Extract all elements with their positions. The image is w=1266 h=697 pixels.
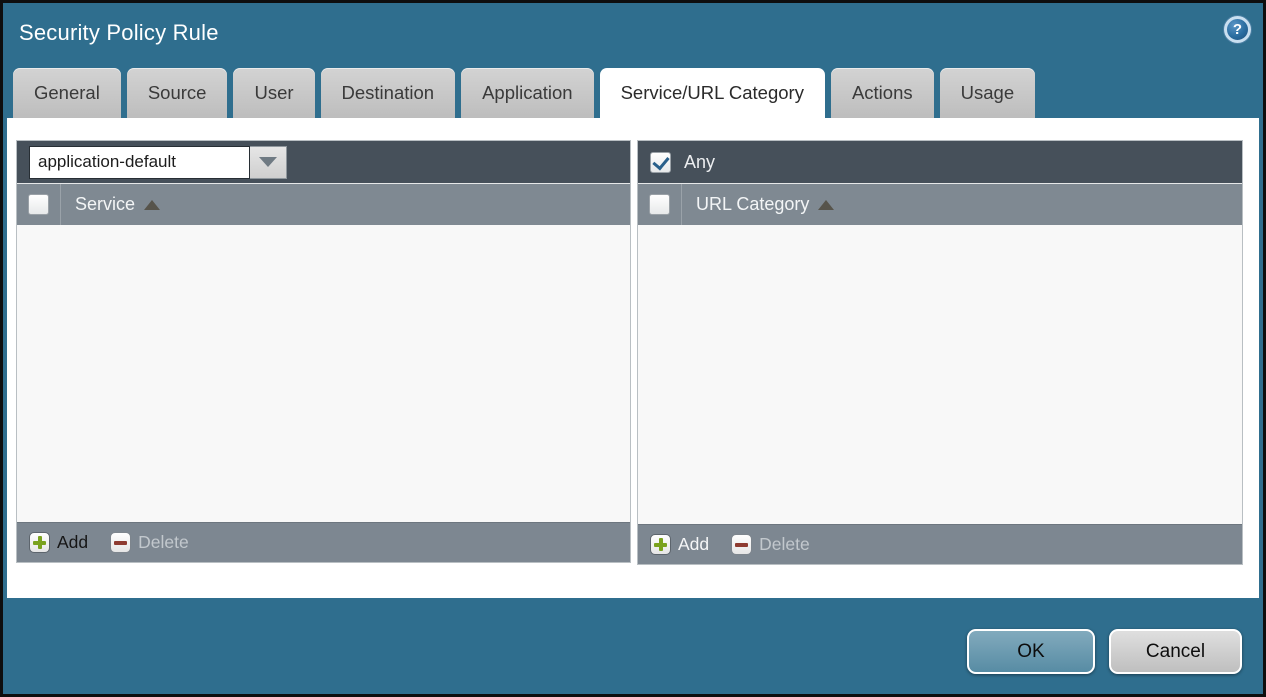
- url-category-footer-bar: Add Delete: [638, 524, 1242, 564]
- service-type-value[interactable]: application-default: [29, 146, 250, 179]
- service-column-label[interactable]: Service: [75, 194, 160, 215]
- tab-actions[interactable]: Actions: [831, 68, 934, 118]
- service-column-header: Service: [17, 183, 630, 225]
- service-footer-bar: Add Delete: [17, 522, 630, 562]
- url-category-any-bar: Any: [638, 141, 1242, 183]
- tab-content-sheet: application-default Service: [7, 118, 1259, 598]
- service-list: [17, 225, 630, 522]
- add-icon: [29, 532, 50, 553]
- service-type-dropdown[interactable]: application-default: [29, 146, 287, 179]
- dialog-title: Security Policy Rule: [19, 20, 219, 46]
- tab-user[interactable]: User: [233, 68, 314, 118]
- service-type-bar: application-default: [17, 141, 630, 183]
- url-category-delete-button[interactable]: Delete: [731, 534, 810, 555]
- sort-asc-icon: [818, 200, 834, 210]
- dialog-action-buttons: OK Cancel: [967, 629, 1242, 674]
- security-policy-rule-dialog: Security Policy Rule ? General Source Us…: [0, 0, 1266, 697]
- service-select-all-checkbox[interactable]: [28, 194, 49, 215]
- url-category-add-button[interactable]: Add: [650, 534, 709, 555]
- url-category-panel: Any URL Category Add Delete: [637, 140, 1243, 565]
- tab-source[interactable]: Source: [127, 68, 228, 118]
- delete-icon: [110, 532, 131, 553]
- delete-icon: [731, 534, 752, 555]
- any-label: Any: [684, 152, 715, 173]
- help-glyph: ?: [1233, 21, 1242, 38]
- help-icon[interactable]: ?: [1224, 16, 1251, 43]
- sort-asc-icon: [144, 200, 160, 210]
- service-panel: application-default Service: [16, 140, 631, 563]
- tab-usage[interactable]: Usage: [940, 68, 1035, 118]
- dropdown-button[interactable]: [250, 146, 287, 179]
- tab-service-url-category[interactable]: Service/URL Category: [600, 68, 825, 118]
- any-checkbox[interactable]: [650, 152, 671, 173]
- url-category-list: [638, 225, 1242, 524]
- tab-destination[interactable]: Destination: [321, 68, 456, 118]
- cancel-button[interactable]: Cancel: [1109, 629, 1242, 674]
- service-delete-button[interactable]: Delete: [110, 532, 189, 553]
- add-icon: [650, 534, 671, 555]
- url-category-select-all-checkbox[interactable]: [649, 194, 670, 215]
- tab-general[interactable]: General: [13, 68, 121, 118]
- url-category-column-label[interactable]: URL Category: [696, 194, 834, 215]
- tab-application[interactable]: Application: [461, 68, 594, 118]
- select-all-cell: [638, 184, 682, 225]
- service-add-button[interactable]: Add: [29, 532, 88, 553]
- chevron-down-icon: [259, 157, 277, 167]
- url-category-column-header: URL Category: [638, 183, 1242, 225]
- select-all-cell: [17, 184, 61, 225]
- ok-button[interactable]: OK: [967, 629, 1095, 674]
- tab-bar: General Source User Destination Applicat…: [13, 68, 1263, 118]
